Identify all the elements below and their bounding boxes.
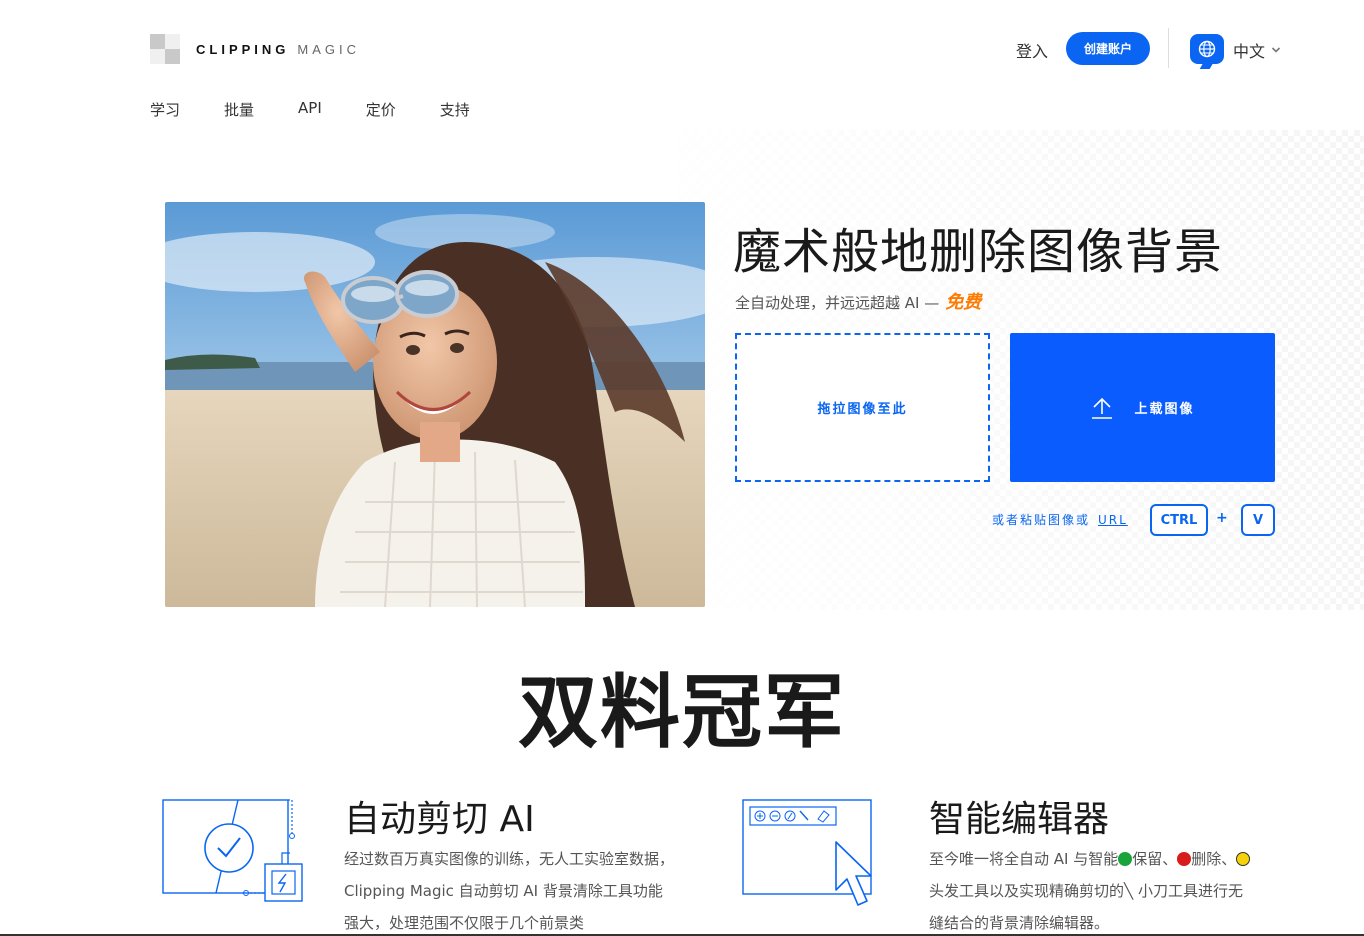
logo-mark-icon	[150, 34, 180, 64]
upload-icon	[1092, 397, 1113, 419]
editor-text-part-3: 删除、	[1191, 850, 1237, 868]
main-nav: 学习 批量 API 定价 支持	[150, 99, 514, 120]
language-label: 中文	[1233, 42, 1266, 61]
nav-item-bulk[interactable]: 批量	[224, 99, 254, 120]
section-title: 双料冠军	[518, 666, 846, 759]
logo-word-magic: MAGIC	[297, 41, 361, 57]
logo[interactable]: CLIPPING MAGIC	[150, 33, 380, 65]
editor-feature-text: 至今唯一将全自动 AI 与智能 保留、 删除、头发工具以及实现精确剪切的╲ 小刀工具进…	[929, 843, 1254, 936]
ai-feature-icon	[160, 798, 306, 908]
dropzone-label: 拖拉图像至此	[817, 402, 908, 417]
ai-feature-text: 经过数百万真实图像的训练，无人工实验室数据，Clipping Magic 自动剪…	[344, 850, 675, 932]
header-divider	[1168, 28, 1169, 68]
hair-tool-icon	[1236, 852, 1251, 866]
paste-text: 或者粘贴图像或	[992, 513, 1091, 527]
image-dropzone[interactable]: 拖拉图像至此	[735, 333, 990, 482]
nav-item-pricing[interactable]: 定价	[366, 99, 396, 120]
nav-item-learn[interactable]: 学习	[150, 99, 180, 120]
chevron-down-icon	[1271, 47, 1281, 53]
upload-label: 上载图像	[1134, 402, 1195, 417]
nav-item-support[interactable]: 支持	[440, 99, 470, 120]
remove-tool-icon	[1177, 852, 1192, 866]
editor-text-part-2: 保留、	[1132, 850, 1178, 868]
v-key: V	[1241, 504, 1275, 536]
paste-hint: 或者粘贴图像或 URL	[992, 511, 1128, 528]
key-plus-sign: +	[1216, 510, 1228, 526]
ctrl-key: CTRL	[1150, 504, 1208, 536]
paste-url-link[interactable]: URL	[1098, 513, 1128, 527]
signup-button[interactable]: 创建账户	[1066, 32, 1150, 65]
language-selector[interactable]: 中文	[1233, 38, 1281, 62]
hero-subtitle: 全自动处理，并远远超越 AI — 免费	[735, 288, 981, 314]
scalpel-tool-icon: ╲	[1124, 882, 1134, 900]
hero-photo	[165, 202, 705, 607]
keep-tool-icon	[1118, 852, 1133, 866]
logo-word-clipping: CLIPPING	[196, 41, 290, 57]
nav-item-api[interactable]: API	[298, 99, 322, 120]
hero-subtitle-text: 全自动处理，并远远超越 AI —	[735, 294, 940, 312]
editor-feature-icon	[740, 798, 890, 910]
editor-feature-title: 智能编辑器	[929, 799, 1110, 840]
globe-icon[interactable]	[1190, 34, 1224, 64]
editor-text-part-1: 至今唯一将全自动 AI 与智能	[929, 850, 1119, 868]
hero-title: 魔术般地删除图像背景	[733, 224, 1224, 280]
hero-free-badge: 免费	[945, 292, 982, 313]
ai-feature-title: 自动剪切 AI	[344, 799, 535, 840]
editor-text-part-4: 头发工具以及实现精确剪切的	[929, 882, 1125, 900]
login-link[interactable]: 登入	[1016, 38, 1048, 62]
upload-image-button[interactable]: 上载图像	[1010, 333, 1275, 482]
